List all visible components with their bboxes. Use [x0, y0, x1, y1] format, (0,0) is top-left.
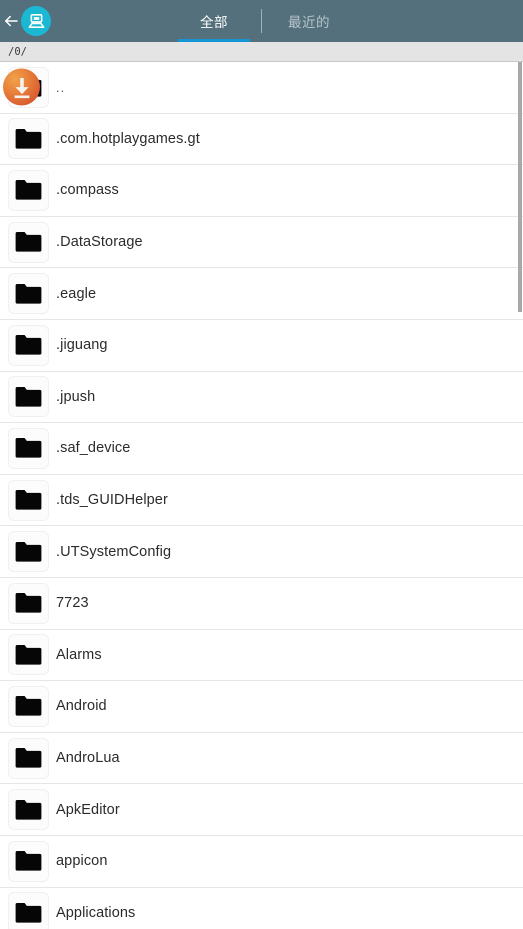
- file-list-item-label: .tds_GUIDHelper: [56, 492, 168, 509]
- file-list-item-label: .jpush: [56, 388, 96, 405]
- folder-icon: [9, 274, 48, 314]
- file-list-item-label: .compass: [56, 182, 119, 199]
- file-list-item-label: AndroLua: [56, 750, 120, 767]
- file-list-item[interactable]: .compass: [0, 165, 523, 217]
- folder-icon: [14, 334, 43, 356]
- file-list-item-label: .com.hotplaygames.gt: [56, 130, 200, 147]
- file-list-item-label: .eagle: [56, 285, 97, 302]
- folder-icon: [14, 231, 43, 253]
- folder-icon: [14, 283, 43, 305]
- file-list-item[interactable]: ..: [0, 62, 523, 114]
- path-bar[interactable]: /0/: [0, 42, 523, 62]
- folder-icon: [9, 583, 48, 623]
- folder-icon: [9, 428, 48, 468]
- file-list-item[interactable]: Applications: [0, 887, 523, 929]
- file-list-item-label: 7723: [56, 595, 89, 612]
- tab-recent[interactable]: 最近的: [273, 0, 345, 42]
- tab-divider: [261, 9, 262, 33]
- folder-icon: [9, 686, 48, 726]
- tab-all-label: 全部: [200, 15, 228, 30]
- file-list-item-label: ..: [56, 79, 66, 95]
- folder-icon: [9, 480, 48, 520]
- file-list-item[interactable]: Android: [0, 681, 523, 733]
- file-list: .. .com.hotplaygames.gt .compass .DataStora…: [0, 62, 523, 929]
- app-logo-button[interactable]: [21, 6, 51, 36]
- folder-icon: [9, 377, 48, 417]
- file-list-item[interactable]: .saf_device: [0, 423, 523, 475]
- file-list-item-label: ApkEditor: [56, 801, 120, 818]
- folder-icon: [9, 532, 48, 572]
- folder-icon: [14, 850, 43, 872]
- tab-recent-label: 最近的: [288, 15, 330, 30]
- file-list-item-label: Android: [56, 698, 107, 715]
- folder-icon: [14, 386, 43, 408]
- back-button[interactable]: [0, 0, 22, 42]
- folder-icon: [9, 119, 48, 159]
- file-list-item[interactable]: .tds_GUIDHelper: [0, 474, 523, 527]
- folder-icon: [9, 893, 48, 929]
- folder-icon: [9, 635, 48, 675]
- current-path: /0/: [8, 45, 27, 58]
- folder-icon: [9, 222, 48, 262]
- file-list-item[interactable]: AndroLua: [0, 732, 523, 785]
- file-list-item-label: .DataStorage: [56, 234, 143, 251]
- file-list-item[interactable]: .eagle: [0, 268, 523, 320]
- folder-icon: [14, 437, 43, 459]
- file-list-item[interactable]: .DataStorage: [0, 216, 523, 269]
- file-list-item-label: Alarms: [56, 646, 102, 663]
- file-list-item-label: .jiguang: [56, 337, 108, 354]
- file-list-item[interactable]: .jpush: [0, 371, 523, 424]
- tab-bar: 全部 最近的: [0, 0, 523, 42]
- file-list-item[interactable]: .UTSystemConfig: [0, 526, 523, 578]
- file-list-item[interactable]: 7723: [0, 577, 523, 630]
- laptop-logo-icon: [27, 12, 46, 31]
- folder-icon: [9, 170, 48, 210]
- folder-icon: [14, 799, 43, 821]
- folder-icon: [14, 902, 43, 924]
- file-list-item[interactable]: .jiguang: [0, 319, 523, 372]
- file-list-item-label: .UTSystemConfig: [56, 543, 172, 560]
- file-list-item[interactable]: Alarms: [0, 629, 523, 682]
- download-arrow-icon: [3, 68, 40, 106]
- folder-icon: [14, 747, 43, 769]
- folder-download-icon: [3, 67, 48, 107]
- file-manager-app: 全部 最近的 /0/ .. .com.hotplaygames.gt .compas…: [0, 0, 523, 929]
- file-list-item-label: appicon: [56, 853, 108, 870]
- folder-icon: [9, 325, 48, 365]
- folder-icon: [14, 179, 43, 201]
- tab-all[interactable]: 全部: [178, 0, 250, 42]
- folder-icon: [9, 841, 48, 881]
- folder-icon: [14, 489, 43, 511]
- folder-icon: [14, 541, 43, 563]
- back-arrow-icon: [2, 12, 20, 30]
- vertical-scrollbar[interactable]: [518, 62, 522, 312]
- file-list-item-label: .saf_device: [56, 440, 131, 457]
- folder-icon: [14, 592, 43, 614]
- file-list-item[interactable]: ApkEditor: [0, 784, 523, 836]
- folder-icon: [14, 695, 43, 717]
- folder-icon: [14, 128, 43, 150]
- folder-icon: [9, 790, 48, 830]
- folder-icon: [9, 738, 48, 778]
- folder-icon: [14, 644, 43, 666]
- file-list-item[interactable]: appicon: [0, 835, 523, 888]
- app-bar: 全部 最近的: [0, 0, 523, 42]
- file-list-item-label: Applications: [56, 904, 136, 921]
- file-list-item[interactable]: .com.hotplaygames.gt: [0, 113, 523, 166]
